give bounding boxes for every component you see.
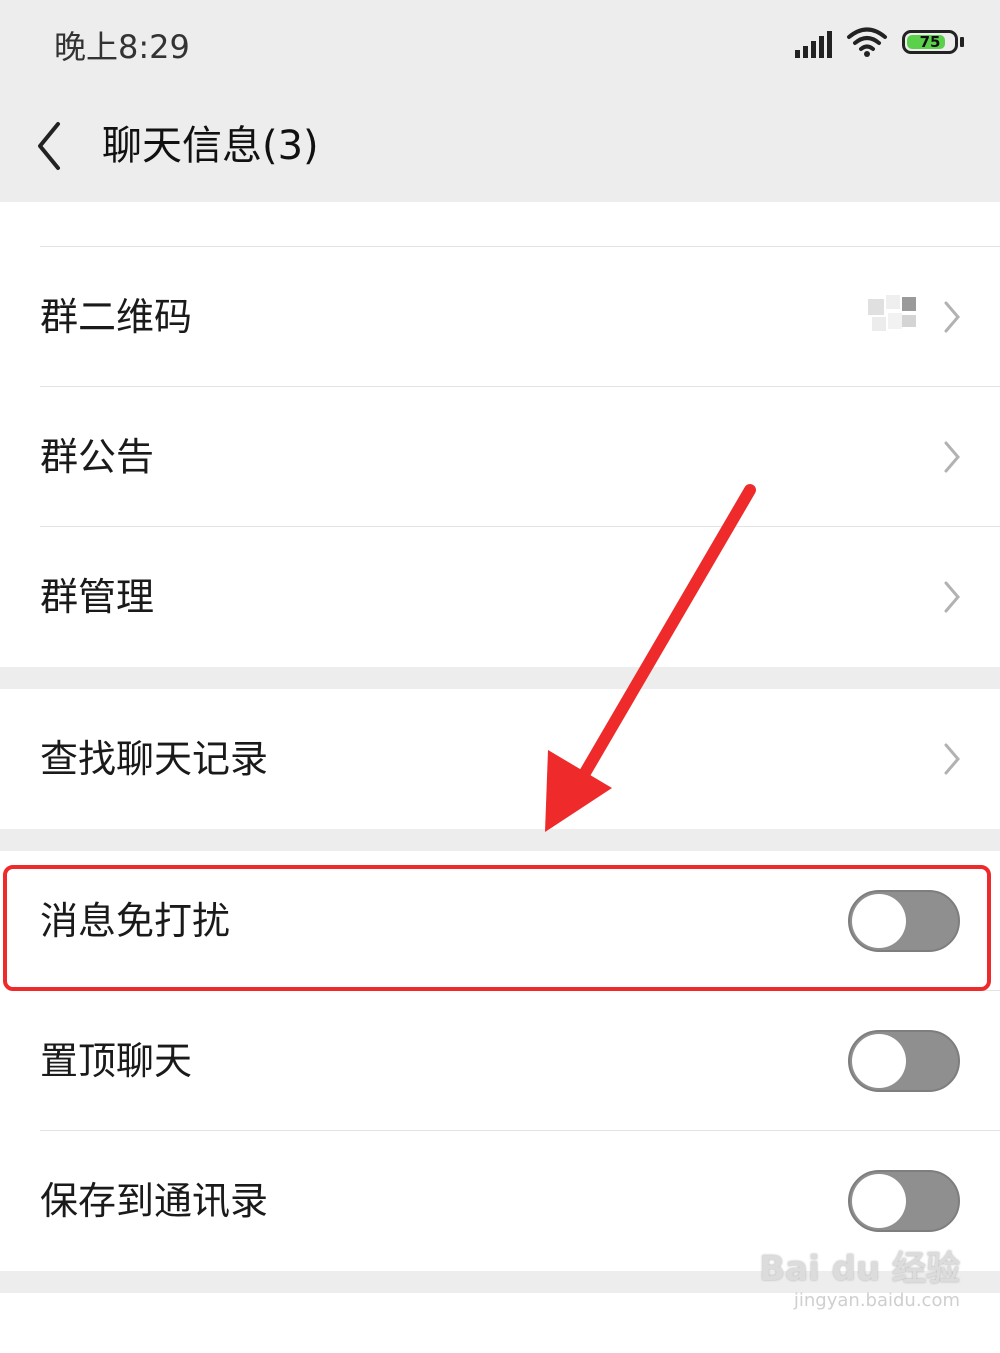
watermark-logo: Bai du 经验	[759, 1249, 960, 1289]
highlight-box	[3, 865, 991, 991]
row-label: 群二维码	[40, 295, 193, 339]
row-label: 保存到通讯录	[40, 1179, 269, 1223]
save-contacts-toggle[interactable]	[848, 1170, 960, 1232]
row-group-qrcode[interactable]: 群二维码	[0, 247, 1000, 387]
row-label: 群管理	[40, 575, 155, 619]
settings-list: 群二维码 群公告 群管理 查找聊天记录 消息免打扰 置顶聊天 保存到通讯录	[0, 202, 1000, 1353]
row-pin-chat[interactable]: 置顶聊天	[0, 991, 1000, 1131]
status-time: 晚上8:29	[54, 28, 190, 66]
pin-toggle[interactable]	[848, 1030, 960, 1092]
row-group-manage[interactable]: 群管理	[0, 527, 1000, 667]
page-title: 聊天信息(3)	[102, 123, 319, 169]
row-group-notice[interactable]: 群公告	[0, 387, 1000, 527]
qrcode-thumbnail-icon	[868, 295, 916, 331]
status-icons: 75	[795, 26, 964, 58]
wifi-icon	[847, 27, 887, 57]
chevron-right-icon	[944, 301, 960, 333]
watermark-url: jingyan.baidu.com	[793, 1290, 960, 1311]
back-arrow-icon[interactable]	[28, 116, 76, 176]
battery-icon: 75	[902, 30, 958, 54]
header: 聊天信息(3)	[0, 90, 1000, 202]
group-section: 群二维码 群公告 群管理	[0, 202, 1000, 667]
toggle-knob	[852, 1174, 906, 1228]
red-arrow-annotation	[545, 484, 756, 832]
chevron-right-icon	[944, 441, 960, 473]
status-bar: 晚上8:29 75	[0, 0, 1000, 90]
section-gap	[0, 829, 1000, 851]
row-label: 查找聊天记录	[40, 737, 269, 781]
search-section: 查找聊天记录	[0, 689, 1000, 829]
chevron-right-icon	[944, 743, 960, 775]
chevron-right-icon	[944, 581, 960, 613]
signal-icon	[795, 26, 832, 58]
section-gap	[0, 667, 1000, 689]
row-label: 置顶聊天	[40, 1039, 193, 1083]
row-label: 群公告	[40, 435, 155, 479]
battery-tip	[960, 37, 964, 47]
row-search-history[interactable]: 查找聊天记录	[0, 689, 1000, 829]
toggle-knob	[852, 1034, 906, 1088]
watermark: Bai du 经验 jingyan.baidu.com	[759, 1241, 960, 1311]
battery-level: 75	[919, 33, 941, 51]
